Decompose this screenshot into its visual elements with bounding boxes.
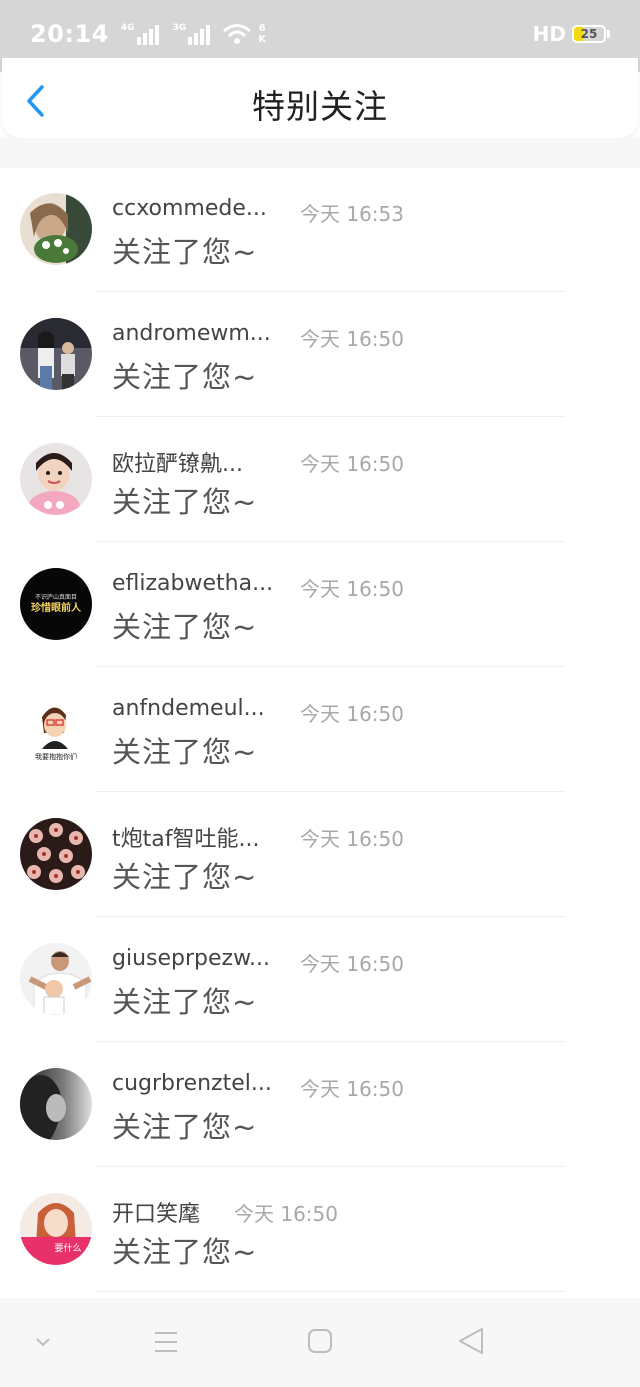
nav-back-button[interactable]: [452, 1324, 492, 1360]
timestamp: 今天 16:50: [300, 452, 404, 476]
message: 关注了您~: [112, 735, 258, 769]
divider: [95, 1166, 565, 1167]
timestamp: 今天 16:50: [300, 1077, 404, 1101]
divider: [95, 1291, 565, 1292]
divider: [95, 541, 565, 542]
avatar[interactable]: 我要抱抱你们: [20, 693, 92, 765]
message: 关注了您~: [112, 985, 258, 1019]
hd-indicator: HD: [532, 22, 566, 46]
user-name: andromewm...: [112, 321, 271, 346]
message: 关注了您~: [112, 1235, 258, 1269]
timestamp: 今天 16:50: [300, 577, 404, 601]
back-triangle-icon: [459, 1328, 483, 1354]
avatar-caption: 我要抱抱你们: [35, 752, 77, 761]
divider: [95, 791, 565, 792]
list-item[interactable]: giuseprpezw... 今天 16:50 关注了您~: [0, 918, 640, 1043]
network-speed-unit: K: [258, 34, 266, 45]
list-item[interactable]: 我要抱抱你们 anfndemeul... 今天 16:50 关注了您~: [0, 668, 640, 793]
avatar[interactable]: [20, 818, 92, 890]
user-name: giuseprpezw...: [112, 946, 271, 971]
follow-list: ccxommede... 今天 16:53 关注了您~ andromewm...…: [0, 168, 640, 1293]
user-name: eflizabwetha...: [112, 571, 274, 596]
divider: [95, 916, 565, 917]
avatar[interactable]: [20, 1068, 92, 1140]
divider: [95, 416, 565, 417]
message: 关注了您~: [112, 360, 258, 394]
message: 关注了您~: [112, 235, 258, 269]
header-spacer: [0, 138, 640, 168]
list-item[interactable]: cugrbrenztel... 今天 16:50 关注了您~: [0, 1043, 640, 1168]
signal-icon-sim2: 3G: [173, 23, 213, 45]
header: 特别关注: [2, 58, 638, 138]
user-name: t炮taf智吐能...: [112, 827, 260, 852]
status-time: 20:14: [30, 20, 109, 48]
list-item[interactable]: ccxommede... 今天 16:53 关注了您~: [0, 168, 640, 293]
avatar[interactable]: [20, 943, 92, 1015]
user-name: cugrbrenztel...: [112, 1071, 272, 1096]
divider: [95, 1041, 565, 1042]
avatar-text-line1: 不识庐山真面目: [35, 593, 77, 601]
system-nav-bar: [0, 1298, 640, 1387]
list-item[interactable]: 不识庐山真面目 珍惜眼前人 eflizabwetha... 今天 16:50 关…: [0, 543, 640, 668]
avatar[interactable]: 不识庐山真面目 珍惜眼前人: [20, 568, 92, 640]
message: 关注了您~: [112, 1110, 258, 1144]
message: 关注了您~: [112, 860, 258, 894]
signal-icon-sim1: 4G: [121, 23, 161, 45]
list-item[interactable]: 欧拉酽镣鼽... 今天 16:50 关注了您~: [0, 418, 640, 543]
network-gen-sim2: 3G: [172, 23, 187, 33]
avatar[interactable]: [20, 318, 92, 390]
avatar[interactable]: [20, 443, 92, 515]
nav-home-button[interactable]: [300, 1324, 340, 1360]
user-name: 欧拉酽镣鼽...: [112, 452, 243, 477]
timestamp: 今天 16:50: [300, 327, 404, 351]
list-item[interactable]: 要什么 开口笑麾 今天 16:50 关注了您~: [0, 1168, 640, 1293]
nav-hide-button[interactable]: [24, 1324, 64, 1360]
list-item[interactable]: t炮taf智吐能... 今天 16:50 关注了您~: [0, 793, 640, 918]
home-square-icon: [308, 1329, 332, 1353]
timestamp: 今天 16:53: [300, 202, 404, 226]
network-gen-sim1: 4G: [120, 23, 135, 33]
timestamp: 今天 16:50: [300, 702, 404, 726]
message: 关注了您~: [112, 485, 258, 519]
user-name: ccxommede...: [112, 196, 267, 221]
avatar[interactable]: [20, 193, 92, 265]
divider: [95, 666, 565, 667]
status-right: HD 25: [533, 22, 610, 46]
network-speed-value: 6: [258, 23, 266, 34]
battery-icon: 25: [572, 25, 606, 43]
avatar[interactable]: 要什么: [20, 1193, 92, 1265]
list-item[interactable]: andromewm... 今天 16:50 关注了您~: [0, 293, 640, 418]
user-name: anfndemeul...: [112, 696, 265, 721]
timestamp: 今天 16:50: [300, 827, 404, 851]
timestamp: 今天 16:50: [300, 952, 404, 976]
wifi-icon: [223, 24, 252, 44]
status-left: 20:14 4G 3G 6 K: [30, 20, 266, 48]
avatar-caption: 要什么: [54, 1242, 81, 1254]
divider: [95, 291, 565, 292]
chevron-down-icon: [36, 1338, 50, 1347]
avatar-text-line2: 珍惜眼前人: [31, 601, 82, 614]
user-name: 开口笑麾: [112, 1202, 201, 1227]
menu-icon: [155, 1332, 177, 1352]
battery-level: 25: [580, 27, 598, 41]
network-speed: 6 K: [258, 23, 266, 45]
timestamp: 今天 16:50: [234, 1202, 338, 1226]
nav-menu-button[interactable]: [146, 1324, 186, 1360]
message: 关注了您~: [112, 610, 258, 644]
page-title: 特别关注: [252, 87, 388, 126]
